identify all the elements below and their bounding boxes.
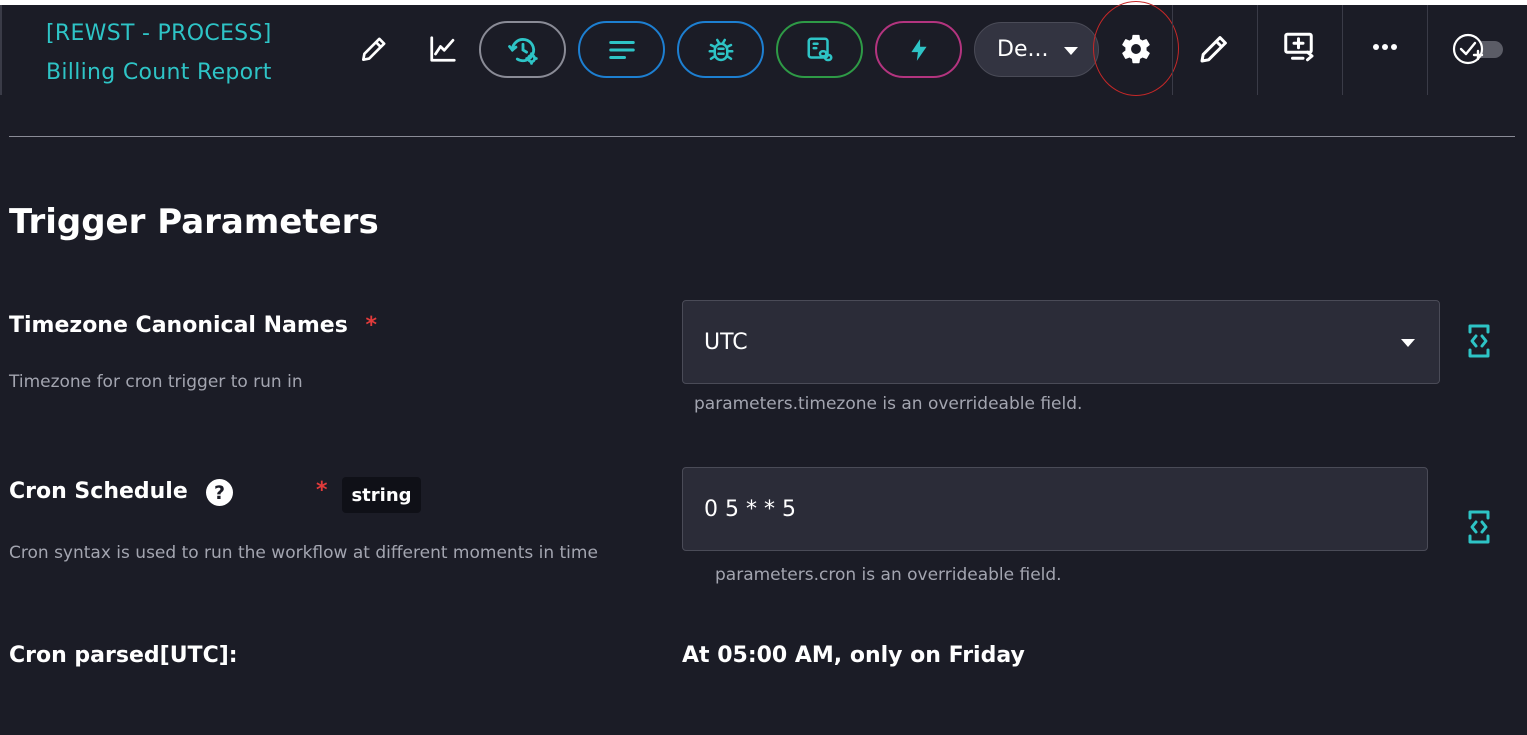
- more-options-button[interactable]: [1363, 25, 1407, 69]
- enable-toggle[interactable]: [1449, 27, 1505, 71]
- settings-button[interactable]: [1093, 1, 1179, 96]
- add-to-screen-button[interactable]: [1278, 25, 1322, 69]
- timezone-select[interactable]: UTC: [682, 300, 1440, 384]
- pencil-icon: [1200, 36, 1227, 63]
- timezone-code-toggle[interactable]: [1464, 321, 1494, 361]
- chevron-down-icon: [1064, 47, 1078, 55]
- workflow-title-prefix: [REWST - PROCESS]: [46, 21, 272, 46]
- code-brackets-icon: [1468, 510, 1490, 544]
- type-badge: string: [342, 477, 421, 513]
- highlight-circle: [1093, 1, 1179, 96]
- cron-input[interactable]: [682, 467, 1428, 551]
- linked-forms-button[interactable]: [776, 21, 863, 78]
- divider: [0, 5, 2, 95]
- timezone-select-value: UTC: [704, 329, 748, 355]
- debug-button[interactable]: [677, 21, 764, 78]
- logs-button[interactable]: [578, 21, 665, 78]
- top-bar: [REWST - PROCESS] Billing Count Report D…: [0, 0, 1527, 96]
- timezone-label-text: Timezone Canonical Names: [9, 313, 348, 338]
- timezone-hint: parameters.timezone is an overrideable f…: [694, 394, 1083, 414]
- chart-icon: [430, 36, 456, 62]
- triggers-button[interactable]: [875, 21, 962, 78]
- divider: [1257, 5, 1258, 95]
- code-brackets-icon: [1468, 324, 1490, 358]
- required-mark: *: [365, 313, 377, 338]
- workflow-title-name: Billing Count Report: [46, 60, 272, 85]
- timezone-description: Timezone for cron trigger to run in: [9, 372, 303, 392]
- required-mark: *: [316, 478, 328, 503]
- window-edge: [0, 0, 1527, 5]
- cron-parsed-label: Cron parsed[UTC]:: [9, 643, 238, 668]
- divider: [1342, 5, 1343, 95]
- cron-parsed-value: At 05:00 AM, only on Friday: [682, 643, 1025, 668]
- check-add-toggle-icon: [1452, 33, 1503, 65]
- linked-form-icon: [807, 37, 832, 61]
- cron-label: Cron Schedule: [9, 479, 188, 504]
- environment-select[interactable]: De...: [974, 22, 1099, 77]
- pencil-icon: [362, 37, 386, 61]
- section-title: Trigger Parameters: [9, 202, 379, 242]
- cron-hint: parameters.cron is an overrideable field…: [715, 565, 1062, 585]
- history-settings-icon: [507, 37, 538, 65]
- add-monitor-icon: [1284, 32, 1314, 62]
- more-icon: [1373, 44, 1397, 50]
- cron-code-toggle[interactable]: [1464, 507, 1494, 547]
- edit-workflow-button[interactable]: [352, 27, 396, 71]
- divider: [1172, 5, 1173, 95]
- lightning-icon: [910, 38, 927, 61]
- bug-icon: [708, 38, 733, 61]
- chevron-down-icon: [1401, 339, 1415, 347]
- execution-history-button[interactable]: [479, 21, 566, 78]
- cron-description: Cron syntax is used to run the workflow …: [9, 543, 598, 563]
- timezone-label: Timezone Canonical Names *: [9, 310, 377, 342]
- rename-button[interactable]: [1192, 27, 1236, 71]
- environment-select-value: De...: [997, 37, 1049, 62]
- workflow-title: [REWST - PROCESS] Billing Count Report: [46, 14, 272, 92]
- lines-icon: [608, 40, 635, 59]
- analytics-button[interactable]: [421, 27, 465, 71]
- divider: [9, 136, 1515, 137]
- help-icon[interactable]: ?: [206, 479, 233, 506]
- divider: [1427, 5, 1428, 95]
